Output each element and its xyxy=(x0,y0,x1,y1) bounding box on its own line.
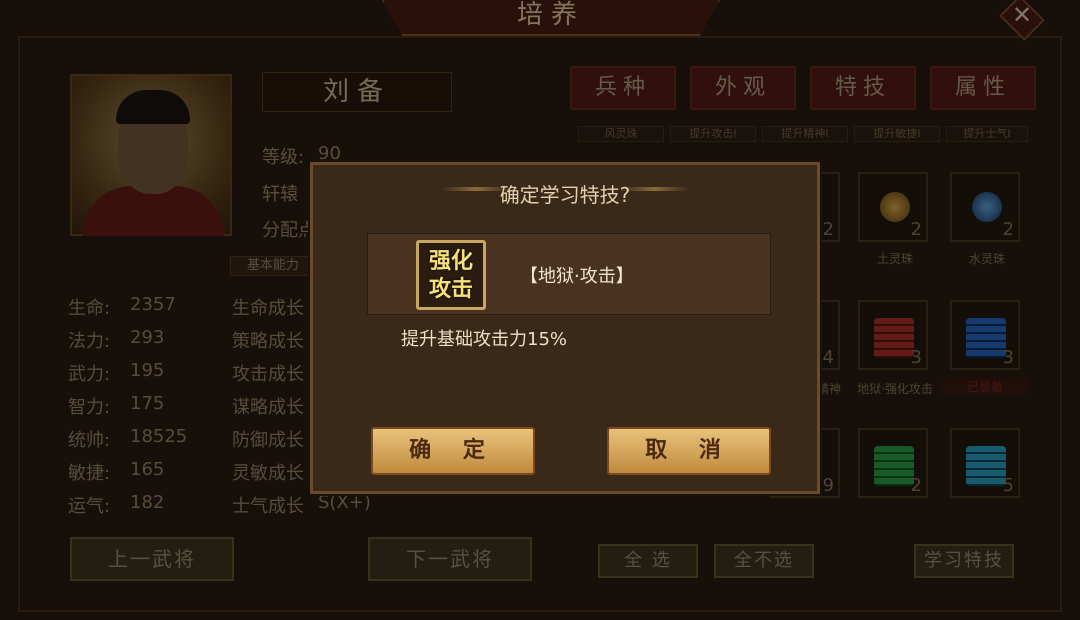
skill-row: 强化攻击 【地狱·攻击】 xyxy=(367,233,771,315)
confirm-button[interactable]: 确 定 xyxy=(371,427,535,475)
skill-description: 提升基础攻击力15% xyxy=(401,329,568,350)
skill-name: 【地狱·攻击】 xyxy=(520,266,634,287)
confirm-dialog: 确定学习特技? 强化攻击 【地狱·攻击】 提升基础攻击力15% 确 定 取 消 xyxy=(310,162,820,494)
dialog-title: 确定学习特技? xyxy=(499,183,631,207)
cancel-button[interactable]: 取 消 xyxy=(607,427,771,475)
skill-icon: 强化攻击 xyxy=(416,240,486,310)
